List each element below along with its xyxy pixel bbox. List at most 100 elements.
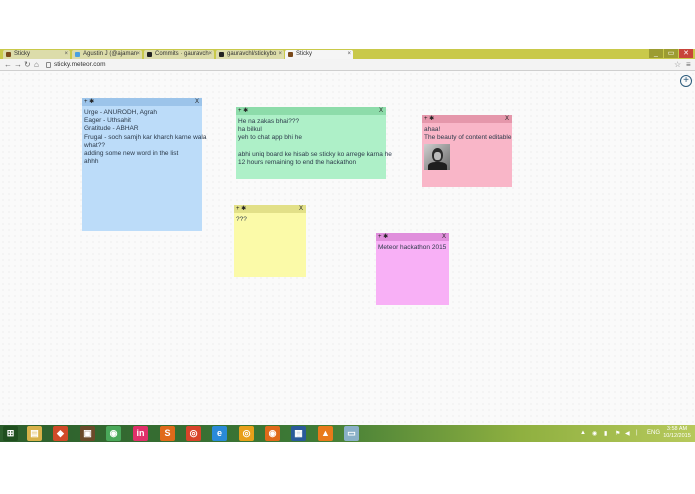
chrome-icon[interactable]: ◎ [186, 426, 201, 441]
tab-sticky[interactable]: Sticky × [3, 50, 70, 59]
windows-taskbar: ⊞ ▤ ◆ ▣ ◉ in S ◎ e ◎ ◉ ▦ ▲ ▭ ▲ ◉ ▮ ⚑ ◀ | ENG 3:58 AM … [0, 425, 695, 442]
note-line: yeh to chat app bhi he [238, 134, 302, 142]
note-line: He na zakas bhai??? [238, 118, 300, 125]
note-line: ahhh [84, 158, 99, 166]
note-add-pin-icon[interactable]: + ✱ [238, 108, 248, 114]
note-toolbar: + ✱ X [234, 205, 306, 213]
note-close-button[interactable]: X [379, 107, 383, 115]
sticky-note[interactable]: + ✱ X He na zakas bhai??? ha bilkul yeh … [236, 107, 392, 179]
note-content[interactable]: He na zakas bhai??? ha bilkul yeh to cha… [236, 115, 392, 170]
reload-icon[interactable]: ↻ [24, 59, 31, 71]
note-close-button[interactable]: X [442, 233, 446, 241]
sublime-icon[interactable]: S [160, 426, 175, 441]
tab-strip: Sticky × Agustin J (@ajaman × Commits · … [0, 49, 695, 59]
note-toolbar: + ✱ X [82, 98, 202, 106]
tab-commits[interactable]: Commits · gauravch × [144, 50, 214, 59]
note-toolbar: + ✱ X [376, 233, 449, 241]
note-line: Meteor hackathon 2015 [378, 244, 447, 251]
network-icon[interactable]: ▮ [604, 430, 607, 437]
note-line: ha bilkul [238, 126, 262, 134]
volume-icon[interactable]: ◀ [625, 430, 630, 437]
tab-close-icon[interactable]: × [208, 50, 212, 59]
note-close-button[interactable]: X [299, 205, 303, 213]
clock[interactable]: 3:58 AM 10/12/2015 [659, 426, 695, 440]
home-icon[interactable]: ⌂ [34, 59, 39, 71]
note-line: ??? [236, 216, 247, 223]
tab-close-icon[interactable]: × [347, 50, 351, 59]
note-close-button[interactable]: X [195, 98, 199, 106]
tab-close-icon[interactable]: × [64, 50, 68, 59]
remote-desktop-icon[interactable]: ▭ [344, 426, 359, 441]
tray-app-icon[interactable]: ◉ [592, 430, 597, 437]
minecraft-icon[interactable]: ▣ [80, 426, 95, 441]
add-note-button[interactable]: + [680, 75, 692, 87]
url-field[interactable]: sticky.meteor.com [44, 60, 664, 70]
internet-explorer-icon[interactable]: e [212, 426, 227, 441]
note-line: what?? [84, 141, 105, 149]
note-add-pin-icon[interactable]: + ✱ [378, 234, 388, 240]
firefox-icon[interactable]: ◉ [265, 426, 280, 441]
favicon-icon [288, 52, 293, 57]
note-content[interactable]: Meteor hackathon 2015 [376, 241, 449, 255]
note-content[interactable]: Urge - ANURODH, Agrah Eager - Uthsahit G… [82, 106, 207, 169]
sticky-board[interactable]: + + ✱ X Urge - ANURODH, Agrah Eager - Ut… [0, 71, 695, 425]
note-add-pin-icon[interactable]: + ✱ [84, 99, 94, 105]
virtualbox-icon[interactable]: ▦ [291, 426, 306, 441]
github-icon [219, 52, 224, 57]
clock-date: 10/12/2015 [663, 433, 691, 439]
url-text: sticky.meteor.com [54, 61, 106, 68]
sticky-note[interactable]: + ✱ X ??? [234, 205, 306, 277]
avatar-image [424, 144, 450, 171]
window-controls: _ ▭ ✕ [649, 49, 693, 59]
note-line: ahaa! [424, 126, 441, 133]
tray-up-arrow-icon[interactable]: ▲ [580, 430, 586, 436]
tab-sticky-active[interactable]: Sticky × [285, 50, 353, 59]
note-line: 12 hours remaining to end the hackathon [238, 159, 357, 166]
forward-icon[interactable]: → [14, 59, 22, 71]
note-close-button[interactable]: X [505, 115, 509, 123]
twitter-icon [75, 52, 80, 57]
android-studio-icon[interactable]: ◉ [106, 426, 121, 441]
minimize-button[interactable]: _ [649, 49, 663, 58]
address-bar-row: ← → ↻ ⌂ sticky.meteor.com ☆ ≡ [0, 59, 695, 71]
maximize-button[interactable]: ▭ [664, 49, 678, 58]
note-content[interactable]: ahaa! The beauty of content editable [422, 123, 512, 173]
file-explorer-icon[interactable]: ▤ [27, 426, 42, 441]
vlc-icon[interactable]: ▲ [318, 426, 333, 441]
sticky-note[interactable]: + ✱ X Meteor hackathon 2015 [376, 233, 449, 305]
note-toolbar: + ✱ X [236, 107, 386, 115]
note-add-pin-icon[interactable]: + ✱ [236, 206, 246, 212]
note-content[interactable]: ??? [234, 213, 306, 227]
invision-icon[interactable]: in [133, 426, 148, 441]
note-toolbar: + ✱ X [422, 115, 512, 123]
note-line: Frugal - soch samjh kar kharch karne wal… [84, 133, 207, 141]
tab-twitter[interactable]: Agustin J (@ajaman × [72, 50, 142, 59]
back-icon[interactable]: ← [4, 59, 12, 71]
note-line: Urge - ANURODH, Agrah [84, 109, 157, 116]
chrome-canary-icon[interactable]: ◎ [239, 426, 254, 441]
below-taskbar-area [0, 442, 695, 494]
close-window-button[interactable]: ✕ [679, 49, 693, 58]
note-line: Gratitude - ABHAR [84, 125, 139, 133]
bookmark-star-icon[interactable]: ☆ [674, 59, 681, 71]
windows-start-icon[interactable]: ⊞ [3, 426, 18, 441]
note-line: The beauty of content editable [424, 134, 512, 142]
tray-separator-icon: | [636, 430, 638, 436]
menu-icon[interactable]: ≡ [686, 59, 691, 71]
note-line: Eager - Uthsahit [84, 117, 131, 125]
note-line: abhi uniq board ke hisab se sticky ko ar… [238, 150, 392, 158]
favicon-icon [6, 52, 11, 57]
note-line [238, 143, 384, 151]
tab-close-icon[interactable]: × [278, 50, 282, 59]
page-icon [46, 62, 51, 68]
clock-time: 3:58 AM [666, 426, 688, 432]
sticky-note[interactable]: + ✱ X Urge - ANURODH, Agrah Eager - Uths… [82, 98, 207, 231]
flag-icon[interactable]: ⚑ [615, 430, 620, 437]
tab-stickyboard[interactable]: gauravchl/stickybo × [216, 50, 284, 59]
browser-chrome: Sticky × Agustin J (@ajaman × Commits · … [0, 49, 695, 71]
note-line: adding some new word in the list [84, 150, 179, 158]
tab-close-icon[interactable]: × [136, 50, 140, 59]
note-add-pin-icon[interactable]: + ✱ [424, 116, 434, 122]
git-icon[interactable]: ◆ [53, 426, 68, 441]
sticky-note[interactable]: + ✱ X ahaa! The beauty of content editab… [422, 115, 512, 187]
